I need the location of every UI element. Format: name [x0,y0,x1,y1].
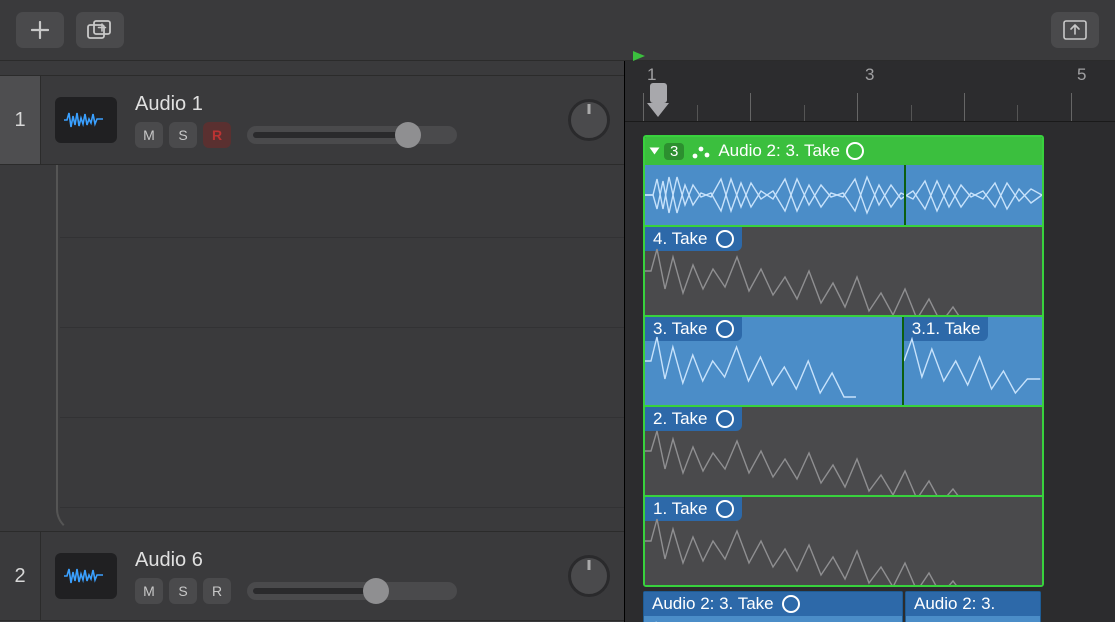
region-label: Audio 2: 3. [906,592,1040,616]
record-enable-button[interactable]: R [203,578,231,604]
waveform [906,614,1040,622]
track-number: 2 [0,532,41,620]
track-controls: M S R [135,578,556,604]
volume-knob[interactable] [363,578,389,604]
track-icon-chip[interactable] [55,97,117,143]
track-icon-chip[interactable] [55,553,117,599]
track-controls: M S R [135,122,556,148]
arrow-into-box-icon [1063,20,1087,40]
disclosure-triangle-icon[interactable] [650,148,660,155]
pan-knob[interactable] [568,555,610,597]
comp-region[interactable] [645,165,1042,225]
cycle-start-marker[interactable] [631,49,647,68]
track-list: 1 Audio 1 M S R [0,61,624,622]
ruler-number: 1 [647,65,656,85]
playhead[interactable] [647,85,669,117]
take-folder-header[interactable]: 3 Audio 2: 3. Take [645,137,1042,165]
waveform [645,407,1042,495]
waveform [645,497,1042,585]
take-row[interactable]: 4. Take [645,225,1042,315]
add-track-button[interactable] [16,12,64,48]
track-info: Audio 1 M S R [135,93,556,148]
waveform [645,317,902,405]
toolbar [0,0,1115,61]
pan-knob[interactable] [568,99,610,141]
timeline-ruler[interactable]: 1 3 5 [625,61,1115,122]
track-header-1[interactable]: 1 Audio 1 M S R [0,75,624,165]
record-enable-button[interactable]: R [203,122,231,148]
mute-button[interactable]: M [135,578,163,604]
waveform-icon [63,564,109,588]
waveform-icon [63,108,109,132]
loop-indicator-icon [782,595,800,613]
app-root: 1 Audio 1 M S R [0,0,1115,622]
solo-button[interactable]: S [169,122,197,148]
track-info: Audio 6 M S R [135,549,556,604]
loop-indicator-icon [846,142,864,160]
volume-slider[interactable] [247,126,457,144]
main: 1 Audio 1 M S R [0,61,1115,622]
audio-region[interactable]: Audio 2: 3. Take [643,591,903,622]
audio-region[interactable]: Audio 2: 3. [905,591,1041,622]
take-count-badge: 3 [664,143,684,160]
quick-swipe-icon[interactable] [690,143,712,159]
take-folder-title: Audio 2: 3. Take [718,141,840,161]
track-name[interactable]: Audio 1 [135,93,556,116]
arrange-area[interactable]: 1 3 5 [624,61,1115,622]
solo-button[interactable]: S [169,578,197,604]
waveform [644,614,902,622]
waveform [645,165,1042,225]
duplicate-icon [87,20,113,40]
waveform [645,227,1042,315]
take-row[interactable]: 2. Take [645,405,1042,495]
take-row[interactable]: 3. Take 3.1. Take [645,315,1042,405]
waveform [904,317,1042,405]
region-label: Audio 2: 3. Take [644,592,902,616]
volume-knob[interactable] [395,122,421,148]
track2-regions: Audio 2: 3. Take Audio 2: 3. [643,591,1041,622]
ruler-number: 3 [865,65,874,85]
take-lanes-placeholder [0,165,624,531]
duplicate-track-button[interactable] [76,12,124,48]
mute-button[interactable]: M [135,122,163,148]
track-name[interactable]: Audio 6 [135,549,556,572]
track-number: 1 [0,76,41,164]
comp-split-line[interactable] [904,165,906,225]
catch-playhead-button[interactable] [1051,12,1099,48]
take-row[interactable]: 1. Take [645,495,1042,585]
take-folder-region[interactable]: 3 Audio 2: 3. Take 4. Take [643,135,1044,587]
volume-slider[interactable] [247,582,457,600]
ruler-number: 5 [1077,65,1086,85]
track-header-2[interactable]: 2 Audio 6 M S R [0,531,624,621]
plus-icon [31,21,49,39]
